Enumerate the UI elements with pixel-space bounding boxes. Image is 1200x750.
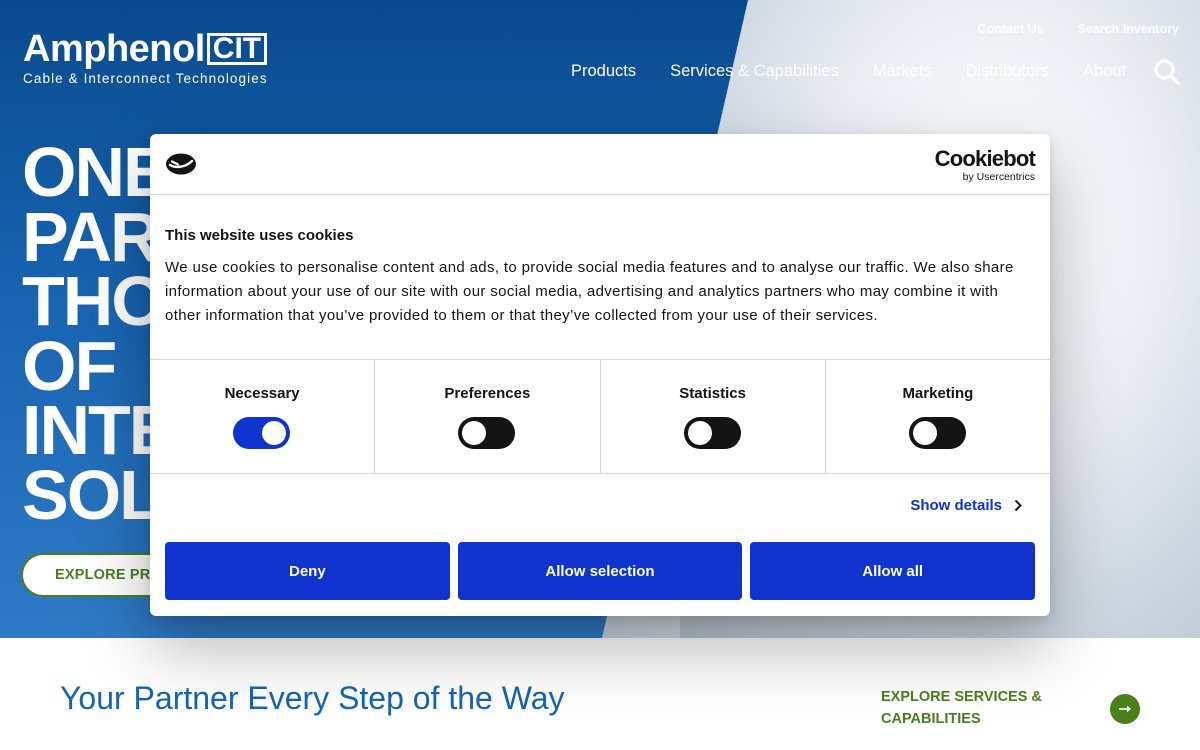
- toggle-label: Preferences: [444, 385, 531, 402]
- toggle-knob: [462, 421, 487, 445]
- section-title: Your Partner Every Step of the Way: [60, 680, 565, 716]
- company-logo[interactable]: Amphenol CIT Cable & Interconnect Technol…: [23, 30, 268, 86]
- cookie-category-toggles: Necessary Preferences Statistics Marketi…: [150, 359, 1050, 474]
- logo-wordmark: Amphenol CIT: [23, 30, 268, 68]
- cookie-dialog-body: We use cookies to personalise content an…: [165, 259, 1014, 324]
- main-nav: Products Services & Capabilities Markets…: [571, 62, 1126, 81]
- nav-item-distributors[interactable]: Distributors: [966, 62, 1049, 81]
- chevron-right-icon: [1014, 499, 1022, 512]
- show-details-label: Show details: [910, 497, 1002, 514]
- toggle-cell-statistics: Statistics: [601, 360, 826, 473]
- cookiebot-brand-sub: by Usercentrics: [962, 171, 1035, 183]
- show-details-link[interactable]: Show details: [910, 497, 1022, 514]
- cookiebot-icon: [165, 152, 197, 181]
- toggle-knob: [262, 421, 287, 445]
- toggle-label: Necessary: [224, 385, 300, 402]
- toggle-knob: [912, 421, 937, 445]
- preferences-toggle[interactable]: [458, 417, 516, 449]
- cookiebot-brand: Cookiebot: [934, 146, 1036, 171]
- toggle-label: Statistics: [679, 385, 746, 402]
- logo-tagline: Cable & Interconnect Technologies: [23, 71, 268, 86]
- cookiebot-logo[interactable]: Cookiebot by Usercentrics: [934, 146, 1036, 184]
- toggle-cell-necessary: Necessary: [150, 360, 376, 473]
- contact-us-link[interactable]: Contact Us: [978, 22, 1044, 36]
- allow-selection-button[interactable]: Allow selection: [457, 542, 743, 600]
- utility-nav: Contact Us Search Inventory: [978, 22, 1179, 36]
- toggle-cell-marketing: Marketing: [826, 360, 1050, 473]
- allow-all-button[interactable]: Allow all: [750, 542, 1036, 600]
- cookie-dialog-title: This website uses cookies: [165, 227, 354, 244]
- arrow-right-icon[interactable]: [1110, 694, 1140, 724]
- deny-button[interactable]: Deny: [165, 542, 450, 600]
- logo-badge: CIT: [206, 33, 268, 65]
- marketing-toggle[interactable]: [908, 417, 966, 449]
- necessary-toggle[interactable]: [233, 417, 291, 449]
- nav-item-products[interactable]: Products: [571, 62, 636, 81]
- logo-main-text: Amphenol: [23, 28, 205, 70]
- statistics-toggle[interactable]: [683, 417, 741, 449]
- nav-item-services[interactable]: Services & Capabilities: [670, 62, 839, 81]
- cookie-dialog-header: Cookiebot by Usercentrics: [150, 134, 1050, 195]
- toggle-label: Marketing: [902, 385, 974, 402]
- nav-item-about[interactable]: About: [1083, 62, 1126, 81]
- cookie-action-buttons: Deny Allow selection Allow all: [165, 542, 1036, 600]
- toggle-cell-preferences: Preferences: [375, 360, 601, 473]
- search-icon[interactable]: [1153, 58, 1181, 86]
- explore-services-link[interactable]: EXPLORE SERVICES & CAPABILITIES: [881, 686, 1061, 730]
- search-inventory-link[interactable]: Search Inventory: [1078, 22, 1179, 36]
- nav-item-markets[interactable]: Markets: [873, 62, 932, 81]
- cookie-consent-dialog: Cookiebot by Usercentrics This website u…: [150, 134, 1050, 616]
- toggle-knob: [687, 421, 712, 445]
